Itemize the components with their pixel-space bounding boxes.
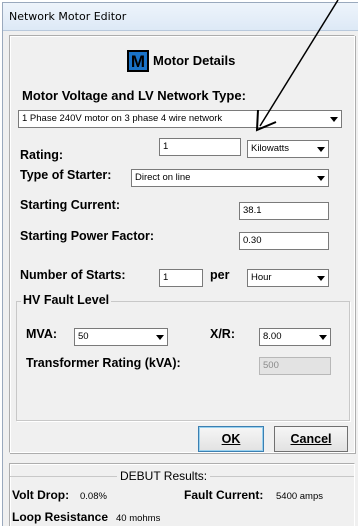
number-of-starts-input[interactable]: 1 bbox=[159, 269, 203, 287]
starter-type-select[interactable]: Direct on line bbox=[131, 169, 329, 187]
results-title: DEBUT Results: bbox=[117, 469, 211, 483]
mva-label: MVA: bbox=[26, 327, 58, 341]
voltage-network-value: 1 Phase 240V motor on 3 phase 4 wire net… bbox=[22, 113, 223, 124]
window-title: Network Motor Editor bbox=[9, 10, 127, 23]
chevron-down-icon bbox=[317, 147, 325, 152]
starting-power-factor-input[interactable]: 0.30 bbox=[239, 232, 329, 250]
fault-current-label: Fault Current: bbox=[184, 488, 264, 502]
volt-drop-value: 0.08% bbox=[80, 491, 107, 502]
voltage-network-label: Motor Voltage and LV Network Type: bbox=[22, 88, 246, 103]
title-bar[interactable]: Network Motor Editor bbox=[3, 3, 358, 31]
loop-resistance-value: 40 mohms bbox=[116, 513, 161, 524]
starter-type-label: Type of Starter: bbox=[20, 168, 112, 182]
transformer-rating-input: 500 bbox=[259, 357, 331, 375]
volt-drop-label: Volt Drop: bbox=[12, 488, 70, 502]
rating-label: Rating: bbox=[20, 148, 64, 162]
debut-results-panel: DEBUT Results: Volt Drop: 0.08% Fault Cu… bbox=[9, 463, 355, 526]
voltage-network-select[interactable]: 1 Phase 240V motor on 3 phase 4 wire net… bbox=[18, 110, 342, 128]
ok-button[interactable]: OK bbox=[198, 426, 264, 452]
transformer-rating-label: Transformer Rating (kVA): bbox=[26, 356, 181, 370]
hv-fault-level-title: HV Fault Level bbox=[21, 293, 112, 307]
chevron-down-icon bbox=[317, 276, 325, 281]
panel-title: Motor Details bbox=[153, 53, 236, 68]
mva-select[interactable]: 50 bbox=[74, 328, 168, 346]
starting-current-input[interactable]: 38.1 bbox=[239, 202, 329, 220]
xr-value: 8.00 bbox=[263, 331, 282, 342]
motor-logo-icon: M bbox=[127, 50, 149, 72]
xr-select[interactable]: 8.00 bbox=[259, 328, 331, 346]
starts-period-select[interactable]: Hour bbox=[247, 269, 329, 287]
chevron-down-icon bbox=[156, 335, 164, 340]
fault-current-value: 5400 amps bbox=[276, 491, 324, 502]
chevron-down-icon bbox=[330, 117, 338, 122]
cancel-button[interactable]: Cancel bbox=[274, 426, 348, 452]
starting-current-label: Starting Current: bbox=[20, 198, 120, 212]
chevron-down-icon bbox=[317, 176, 325, 181]
motor-details-panel: M Motor Details Motor Voltage and LV Net… bbox=[9, 35, 355, 453]
rating-unit-select[interactable]: Kilowatts bbox=[247, 140, 329, 158]
chevron-down-icon bbox=[319, 335, 327, 340]
rating-unit-value: Kilowatts bbox=[251, 143, 290, 154]
starts-period-value: Hour bbox=[251, 272, 272, 283]
mva-value: 50 bbox=[78, 331, 89, 342]
starting-power-factor-label: Starting Power Factor: bbox=[20, 229, 155, 243]
per-label: per bbox=[210, 268, 230, 282]
number-of-starts-label: Number of Starts: bbox=[20, 268, 126, 282]
network-motor-editor-window: Network Motor Editor M Motor Details Mot… bbox=[2, 2, 358, 526]
xr-label: X/R: bbox=[210, 327, 235, 341]
rating-input[interactable]: 1 bbox=[159, 138, 241, 156]
starter-type-value: Direct on line bbox=[135, 172, 191, 183]
loop-resistance-label: Loop Resistance bbox=[12, 510, 109, 524]
